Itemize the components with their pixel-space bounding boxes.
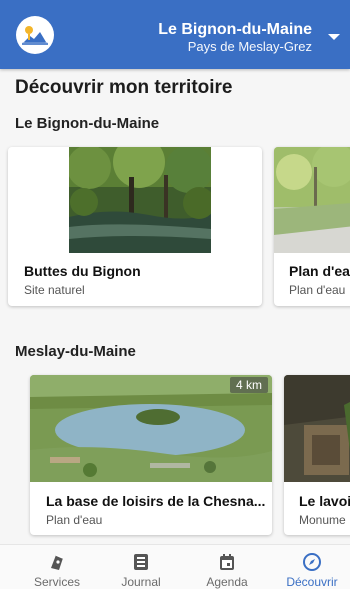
- place-card[interactable]: Le lavoi Monume: [284, 375, 350, 535]
- nav-label: Journal: [121, 575, 161, 589]
- services-icon: [47, 552, 67, 572]
- nav-services[interactable]: Services: [17, 545, 97, 589]
- place-type: Plan d'eau: [46, 513, 103, 527]
- calendar-icon: [217, 552, 237, 572]
- place-type: Plan d'eau: [289, 283, 346, 297]
- journal-icon: [131, 552, 151, 572]
- nav-label: Agenda: [206, 575, 248, 589]
- place-title: La base de loisirs de la Chesna...: [46, 493, 266, 509]
- bottom-navigation: Services Journal Agenda Découvrir: [0, 544, 350, 589]
- nav-label: Découvrir: [286, 575, 338, 589]
- section-title: Le Bignon-du-Maine: [15, 115, 160, 132]
- place-card[interactable]: Buttes du Bignon Site naturel: [8, 147, 262, 306]
- place-photo: [69, 147, 211, 253]
- place-type: Site naturel: [24, 283, 85, 297]
- nav-decouvrir[interactable]: Découvrir: [272, 545, 350, 589]
- place-title: Buttes du Bignon: [24, 263, 141, 279]
- place-photo: [274, 147, 350, 253]
- nav-journal[interactable]: Journal: [101, 545, 181, 589]
- compass-icon: [302, 552, 322, 572]
- chevron-down-icon[interactable]: [328, 34, 340, 40]
- distance-badge: 4 km: [229, 377, 268, 393]
- page-title: Découvrir mon territoire: [15, 77, 233, 98]
- nav-label: Services: [33, 575, 80, 589]
- place-title: Plan d'ea: [289, 263, 350, 279]
- place-title: Le lavoi: [299, 493, 350, 509]
- place-type: Monume: [299, 513, 346, 527]
- app-header: Le Bignon-du-Maine Pays de Meslay-Grez: [0, 0, 350, 69]
- nav-agenda[interactable]: Agenda: [187, 545, 267, 589]
- community-name: Pays de Meslay-Grez: [187, 39, 312, 54]
- place-card[interactable]: Plan d'ea Plan d'eau: [274, 147, 350, 306]
- place-card[interactable]: 4 km La base de loisirs de la Chesna... …: [30, 375, 272, 535]
- section-title: Meslay-du-Maine: [15, 343, 136, 360]
- town-logo-icon[interactable]: [16, 16, 54, 54]
- town-name: Le Bignon-du-Maine: [158, 21, 312, 38]
- town-selector[interactable]: Le Bignon-du-Maine Pays de Meslay-Grez: [158, 21, 312, 55]
- place-photo: [284, 375, 350, 482]
